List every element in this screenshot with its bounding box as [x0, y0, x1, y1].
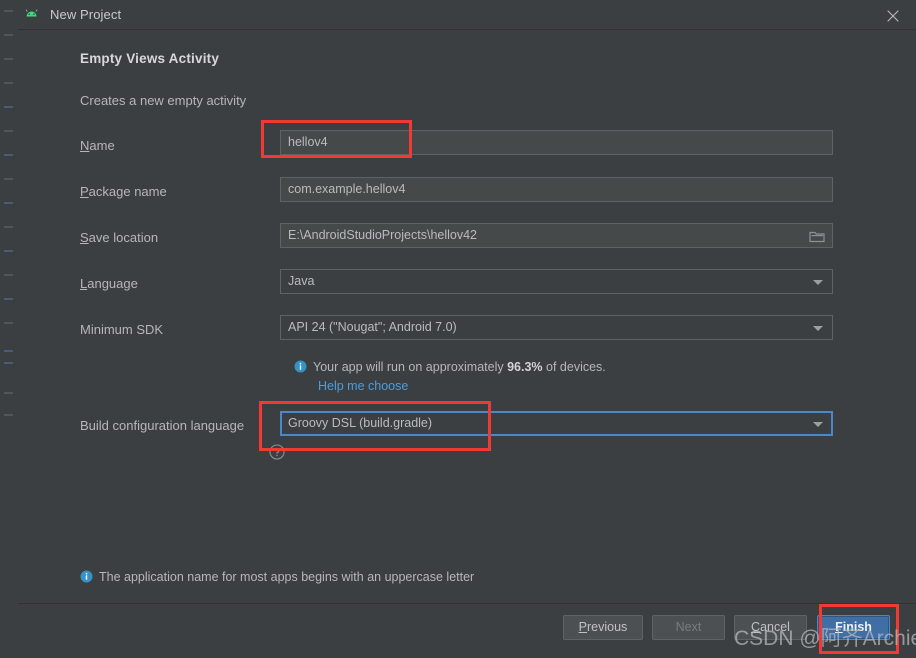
name-label-suffix: ame: [89, 138, 115, 153]
strip-tick: [4, 226, 13, 228]
chevron-down-icon: [813, 280, 823, 285]
language-label: Language: [80, 276, 138, 291]
folder-icon[interactable]: [809, 229, 825, 243]
close-button[interactable]: [870, 0, 916, 29]
strip-tick: [4, 202, 13, 204]
previous-button[interactable]: Previous: [563, 615, 643, 640]
strip-tick: [4, 130, 13, 132]
previous-button-mnemonic: P: [578, 620, 588, 634]
close-icon: [887, 10, 899, 22]
question-circle-icon[interactable]: [269, 444, 285, 460]
save-location-label-mnemonic: S: [80, 230, 89, 245]
dialog-title: New Project: [50, 7, 122, 22]
package-name-label: Package name: [80, 184, 167, 199]
strip-tick: [4, 34, 13, 36]
name-field[interactable]: hellov4: [280, 130, 833, 155]
sdk-info-text-after: of devices.: [542, 360, 606, 374]
info-icon: [294, 360, 307, 373]
sdk-info-percent: 96.3%: [507, 360, 543, 374]
previous-button-label: revious: [587, 620, 628, 634]
dialog-titlebar: New Project: [18, 0, 916, 30]
strip-tick: [4, 274, 13, 276]
application-name-hint-text: The application name for most apps begin…: [99, 570, 475, 584]
build-configuration-language-label: Build configuration language: [80, 418, 245, 433]
build-configuration-language-value: Groovy DSL (build.gradle): [288, 416, 433, 430]
application-name-hint: The application name for most apps begin…: [80, 570, 474, 584]
language-label-suffix: anguage: [87, 276, 138, 291]
strip-tick: [4, 298, 13, 300]
build-configuration-language-dropdown[interactable]: Groovy DSL (build.gradle): [280, 411, 833, 436]
minimum-sdk-label: Minimum SDK: [80, 322, 164, 337]
package-name-label-mnemonic: P: [80, 184, 89, 199]
chevron-down-icon: [813, 422, 823, 427]
strip-tick: [4, 154, 13, 156]
strip-tick: [4, 10, 13, 12]
strip-tick: [4, 178, 13, 180]
strip-tick: [4, 362, 13, 364]
strip-tick: [4, 106, 13, 108]
info-icon: [80, 570, 93, 583]
strip-tick: [4, 392, 13, 394]
sdk-info-text-before: Your app will run on approximately: [313, 360, 508, 374]
android-robot-icon: [25, 9, 38, 17]
watermark: CSDN @阿齐Archie: [734, 627, 916, 650]
save-location-value: E:\AndroidStudioProjects\hellov42: [288, 228, 478, 242]
language-value: Java: [288, 274, 315, 288]
name-label-mnemonic: N: [80, 138, 90, 153]
ide-background-strip: [0, 0, 19, 658]
footer-separator: [18, 603, 916, 604]
strip-tick: [4, 82, 13, 84]
dialog-body: Empty Views Activity Creates a new empty…: [18, 29, 916, 658]
template-title: Empty Views Activity: [80, 51, 220, 66]
minimum-sdk-dropdown[interactable]: API 24 ("Nougat"; Android 7.0): [280, 315, 833, 340]
strip-tick: [4, 58, 13, 60]
name-label: Name: [80, 138, 115, 153]
strip-tick: [4, 250, 13, 252]
new-project-dialog: New Project Empty Views Activity Creates…: [18, 0, 916, 658]
strip-tick: [4, 322, 13, 324]
next-button[interactable]: Next: [652, 615, 725, 640]
sdk-coverage-info: Your app will run on approximately 96.3%…: [294, 360, 606, 374]
strip-tick: [4, 350, 13, 352]
save-location-label-suffix: ave location: [88, 230, 159, 245]
template-description: Creates a new empty activity: [80, 93, 247, 108]
save-location-label: Save location: [80, 230, 158, 245]
package-name-label-suffix: ackage name: [88, 184, 167, 199]
package-name-field[interactable]: com.example.hellov4: [280, 177, 833, 202]
save-location-field[interactable]: E:\AndroidStudioProjects\hellov42: [280, 223, 833, 248]
minimum-sdk-value: API 24 ("Nougat"; Android 7.0): [288, 320, 457, 334]
strip-tick: [4, 414, 13, 416]
chevron-down-icon: [813, 326, 823, 331]
language-dropdown[interactable]: Java: [280, 269, 833, 294]
help-me-choose-link[interactable]: Help me choose: [318, 379, 408, 393]
